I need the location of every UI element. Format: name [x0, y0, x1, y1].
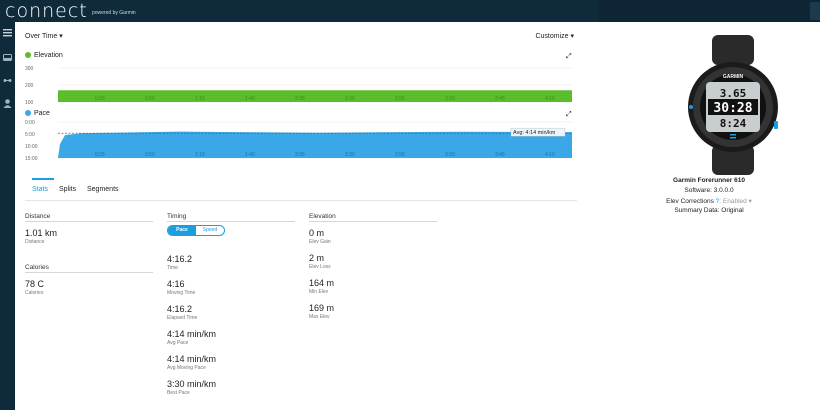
elev-corrections: Elev Corrections ?: Enabled ▾ — [598, 197, 820, 205]
main-panel: Over Time ▾ Customize ▾ Elevation ⤢ Pace… — [15, 22, 598, 410]
timing-label: Avg Pace — [167, 340, 189, 346]
speed-toggle-button[interactable]: Speed — [196, 226, 224, 235]
pace-toggle-button[interactable]: Pace — [168, 226, 196, 235]
workouts-icon[interactable] — [2, 75, 13, 86]
elevation-y-tick: 200 — [25, 83, 34, 89]
distance-section-head: Distance — [25, 213, 153, 222]
device-software: Software: 3.0.0.0 — [684, 187, 734, 194]
top-bar-right — [598, 0, 820, 22]
sidebar — [0, 22, 15, 410]
calories-label: Calories — [25, 290, 44, 296]
distance-value: 1.01 km — [25, 228, 58, 238]
top-bar-button[interactable] — [810, 2, 820, 20]
tab-stats[interactable]: Stats — [32, 178, 54, 193]
elev-corrections-dropdown[interactable]: : Enabled ▾ — [719, 198, 752, 205]
elevation-x-tick: 0:50 — [145, 96, 155, 102]
pace-x-tick: 3:45 — [495, 152, 505, 158]
pace-y-tick: 10:00 — [25, 144, 38, 150]
elevation-value: 169 m — [309, 303, 335, 313]
timing-label: Time — [167, 265, 178, 271]
stats-tabs: Stats Splits Segments — [25, 178, 577, 201]
device-name: Garmin Forerunner 610 — [673, 177, 745, 184]
connect-logo[interactable]: CONNECT — [5, 1, 88, 21]
elevation-label: Elev Gain — [309, 239, 331, 245]
elevation-x-tick: 2:55 — [395, 96, 405, 102]
timing-label: Elapsed Time — [167, 315, 198, 321]
timing-label: Best Pace — [167, 390, 190, 396]
user-icon[interactable] — [2, 98, 13, 109]
elevation-x-tick: 1:15 — [195, 96, 205, 102]
pace-y-tick: 0:00 — [25, 120, 35, 126]
elevation-x-tick: 3:20 — [445, 96, 455, 102]
logo-subtitle: powered by Garmin — [92, 10, 136, 16]
timing-value: 3:30 min/km — [167, 379, 217, 389]
pace-x-tick: 2:05 — [295, 152, 305, 158]
watch-distance: 3.65 — [720, 87, 747, 100]
pace-x-tick: 2:30 — [345, 152, 355, 158]
watch-image: GARMIN 3.65 30:28 8:24 — [688, 35, 778, 180]
pace-y-tick: 15:00 — [25, 156, 38, 162]
active-tab-underline — [32, 178, 54, 180]
elevation-y-tick: 300 — [25, 66, 34, 72]
timing-label: Avg Moving Pace — [167, 365, 206, 371]
elevation-x-tick: 1:40 — [245, 96, 255, 102]
elevation-x-tick: 0:25 — [95, 96, 105, 102]
calories-section-head: Calories — [25, 264, 153, 273]
elevation-section-head: Elevation — [309, 213, 437, 222]
watch-time: 30:28 — [713, 101, 752, 116]
elevation-value: 164 m — [309, 278, 335, 288]
timing-section-head: Timing — [167, 213, 295, 222]
elevation-label: Min Elev — [309, 289, 329, 295]
timing-value: 4:16.2 — [167, 254, 193, 264]
charts-svg: 300 200 100 0:25 0:50 1:15 1:40 2:05 2:30 2:55 3:2… — [25, 66, 572, 162]
device-panel: GARMIN 3.65 30:28 8:24 Garmin Forerunner… — [598, 22, 820, 410]
elevation-label: Max Elev — [309, 314, 330, 320]
timing-value: 4:14 min/km — [167, 354, 217, 364]
inbox-icon[interactable] — [2, 52, 13, 63]
calories-value: 78 C — [25, 279, 45, 289]
elevation-x-tick: 3:45 — [495, 96, 505, 102]
menu-icon[interactable] — [2, 27, 13, 38]
pace-x-tick: 2:55 — [395, 152, 405, 158]
elevation-label: Elev Loss — [309, 264, 331, 270]
elevation-y-tick: 100 — [25, 100, 34, 106]
pace-x-tick: 3:20 — [445, 152, 455, 158]
timing-value: 4:14 min/km — [167, 329, 217, 339]
elevation-x-tick: 2:05 — [295, 96, 305, 102]
pace-x-tick: 1:15 — [195, 152, 205, 158]
pace-y-tick: 5:00 — [25, 132, 35, 138]
timing-value: 4:16.2 — [167, 304, 193, 314]
pace-x-tick: 4:10 — [545, 152, 555, 158]
tab-segments[interactable]: Segments — [87, 186, 119, 193]
tab-splits[interactable]: Splits — [59, 186, 76, 193]
timing-value: 4:16 — [167, 279, 185, 289]
pace-x-tick: 0:25 — [95, 152, 105, 158]
pace-x-tick: 0:50 — [145, 152, 155, 158]
timing-label: Moving Time — [167, 290, 196, 296]
elev-corrections-label: Elev Corrections — [666, 198, 714, 205]
summary-data: Summary Data: Original — [674, 207, 744, 214]
top-bar: CONNECT powered by Garmin — [0, 0, 820, 22]
tab-stats-label: Stats — [32, 186, 48, 193]
distance-label: Distance — [25, 239, 45, 245]
watch-brand: GARMIN — [723, 74, 744, 80]
elevation-value: 2 m — [309, 253, 325, 263]
elevation-value: 0 m — [309, 228, 325, 238]
pace-x-tick: 1:40 — [245, 152, 255, 158]
pace-speed-toggle: Pace Speed — [167, 225, 225, 236]
elevation-x-tick: 2:30 — [345, 96, 355, 102]
pace-average-label: Avg: 4:14 min/km — [513, 130, 556, 136]
watch-pace: 8:24 — [720, 117, 747, 130]
elevation-x-tick: 4:10 — [545, 96, 555, 102]
